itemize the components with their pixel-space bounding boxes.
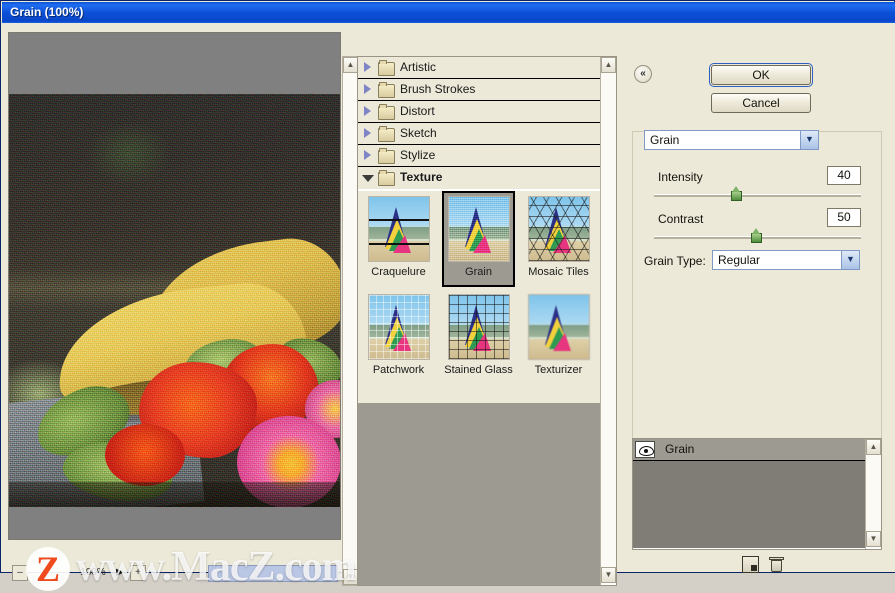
category-artistic[interactable]: Artistic [358, 57, 601, 79]
window-title: Grain (100%) [10, 5, 84, 19]
chevron-right-icon [364, 84, 371, 94]
effect-layer-scrollbar[interactable]: ▲ ▼ [865, 439, 881, 549]
layer-visibility-toggle[interactable] [635, 441, 655, 458]
new-effect-layer-icon[interactable] [742, 556, 759, 573]
dialog-body: ▲ ▼ – 100% ▶ + Artistic Brush Strokes Di… [2, 23, 895, 591]
filter-browser-scrollbar[interactable]: ▲ ▼ [600, 57, 616, 585]
filter-craquelure[interactable]: Craquelure [362, 193, 435, 289]
contrast-value[interactable]: 50 [827, 208, 861, 227]
ok-button[interactable]: OK [709, 63, 813, 87]
category-label: Texture [400, 170, 443, 184]
chevron-right-icon [364, 106, 371, 116]
image-preview[interactable] [8, 32, 341, 540]
effect-layer-panel: Grain ▲ ▼ [632, 438, 882, 550]
grain-type-value: Regular [718, 253, 761, 267]
folder-icon [378, 104, 395, 120]
preview-zoom-bar: – 100% ▶ + [8, 563, 341, 585]
filter-gallery-window: Grain (100%) ▲ ▼ – 100% ▶ + Artistic Bru… [0, 0, 895, 591]
filter-label: Stained Glass [444, 364, 513, 376]
category-label: Artistic [400, 60, 436, 74]
intensity-slider-track[interactable] [654, 194, 861, 197]
zoom-in-button[interactable]: + [130, 565, 146, 581]
effect-layer-toolbar [632, 554, 882, 578]
filter-label: Grain [465, 266, 492, 278]
category-stylize[interactable]: Stylize [358, 145, 601, 167]
filter-label: Mosaic Tiles [528, 266, 589, 278]
chevron-right-icon [364, 128, 371, 138]
chevron-right-icon [364, 62, 371, 72]
category-label: Brush Strokes [400, 82, 476, 96]
chevron-down-icon [362, 175, 374, 182]
collapse-panel-icon[interactable]: « [634, 65, 652, 83]
filter-scroll-down-icon[interactable]: ▼ [601, 567, 616, 583]
filter-thumbnail-image [367, 196, 430, 262]
effect-layer-row[interactable]: Grain [633, 439, 865, 461]
category-sketch[interactable]: Sketch [358, 123, 601, 145]
category-label: Stylize [400, 148, 436, 162]
contrast-slider-thumb[interactable] [751, 228, 762, 243]
filter-label: Texturizer [534, 364, 583, 376]
chevron-right-icon [364, 150, 371, 160]
filter-name-dropdown[interactable]: Grain ▼ [644, 130, 819, 150]
cancel-button[interactable]: Cancel [711, 93, 811, 113]
filter-label: Patchwork [372, 364, 425, 376]
filter-thumbnail-image [447, 196, 510, 262]
filter-grain[interactable]: Grain [442, 191, 515, 287]
layer-scroll-down-icon[interactable]: ▼ [866, 531, 881, 547]
intensity-slider-thumb[interactable] [731, 186, 742, 201]
preview-scroll-up-icon[interactable]: ▲ [343, 57, 358, 73]
settings-panel: « OK Cancel Grain ▼ Intensity 40 Contras… [630, 56, 890, 586]
folder-icon [378, 148, 395, 164]
filter-label: Craquelure [371, 266, 426, 278]
layer-scroll-up-icon[interactable]: ▲ [866, 439, 881, 455]
zoom-out-button[interactable]: – [12, 565, 28, 581]
filter-thumbnail-image [367, 294, 430, 360]
preview-scrollbar[interactable]: ▲ ▼ [342, 56, 358, 586]
contrast-label: Contrast [658, 212, 704, 226]
trash-icon[interactable] [768, 556, 785, 573]
intensity-label: Intensity [658, 170, 703, 184]
effect-layer-empty-area [633, 461, 865, 548]
filter-browser: Artistic Brush Strokes Distort Sketch St… [357, 56, 617, 586]
folder-icon [378, 82, 395, 98]
preview-scroll-down-icon[interactable]: ▼ [343, 569, 358, 585]
filter-thumbnail-image [447, 294, 510, 360]
eye-icon [639, 446, 654, 456]
grain-color-noise-layer [9, 94, 340, 507]
preview-scroll-track[interactable] [343, 73, 358, 569]
preview-canvas [9, 94, 340, 507]
filter-browser-empty-area [358, 403, 601, 585]
filter-thumbnail-grid: Craquelure Grain Mosaic Tiles Patchwork … [358, 191, 601, 403]
layer-scroll-track[interactable] [866, 455, 881, 531]
filter-patchwork[interactable]: Patchwork [362, 291, 435, 387]
chevron-down-icon[interactable]: ▼ [800, 131, 818, 149]
filter-thumbnail-image [527, 294, 590, 360]
filter-thumbnail-image [527, 196, 590, 262]
filter-name-value: Grain [650, 133, 680, 147]
filter-texturizer[interactable]: Texturizer [522, 291, 595, 387]
filter-scroll-up-icon[interactable]: ▲ [601, 57, 616, 73]
chevron-down-icon[interactable]: ▼ [841, 251, 859, 269]
category-distort[interactable]: Distort [358, 101, 601, 123]
category-texture[interactable]: Texture [358, 167, 601, 189]
intensity-value[interactable]: 40 [827, 166, 861, 185]
filter-stained-glass[interactable]: Stained Glass [442, 291, 515, 387]
effect-layer-name: Grain [665, 442, 695, 456]
filter-category-list: Artistic Brush Strokes Distort Sketch St… [358, 57, 601, 189]
grain-type-dropdown[interactable]: Regular ▼ [712, 250, 860, 270]
folder-icon [378, 126, 395, 142]
folder-icon [378, 60, 395, 76]
preview-horizontal-scrollbar[interactable] [208, 565, 338, 582]
filter-mosaic-tiles[interactable]: Mosaic Tiles [522, 193, 595, 289]
filter-scroll-track[interactable] [601, 73, 616, 567]
grain-type-label: Grain Type: [644, 254, 706, 268]
folder-open-icon [378, 170, 395, 186]
category-label: Sketch [400, 126, 437, 140]
category-label: Distort [400, 104, 435, 118]
window-titlebar: Grain (100%) [2, 2, 895, 23]
category-brush-strokes[interactable]: Brush Strokes [358, 79, 601, 101]
